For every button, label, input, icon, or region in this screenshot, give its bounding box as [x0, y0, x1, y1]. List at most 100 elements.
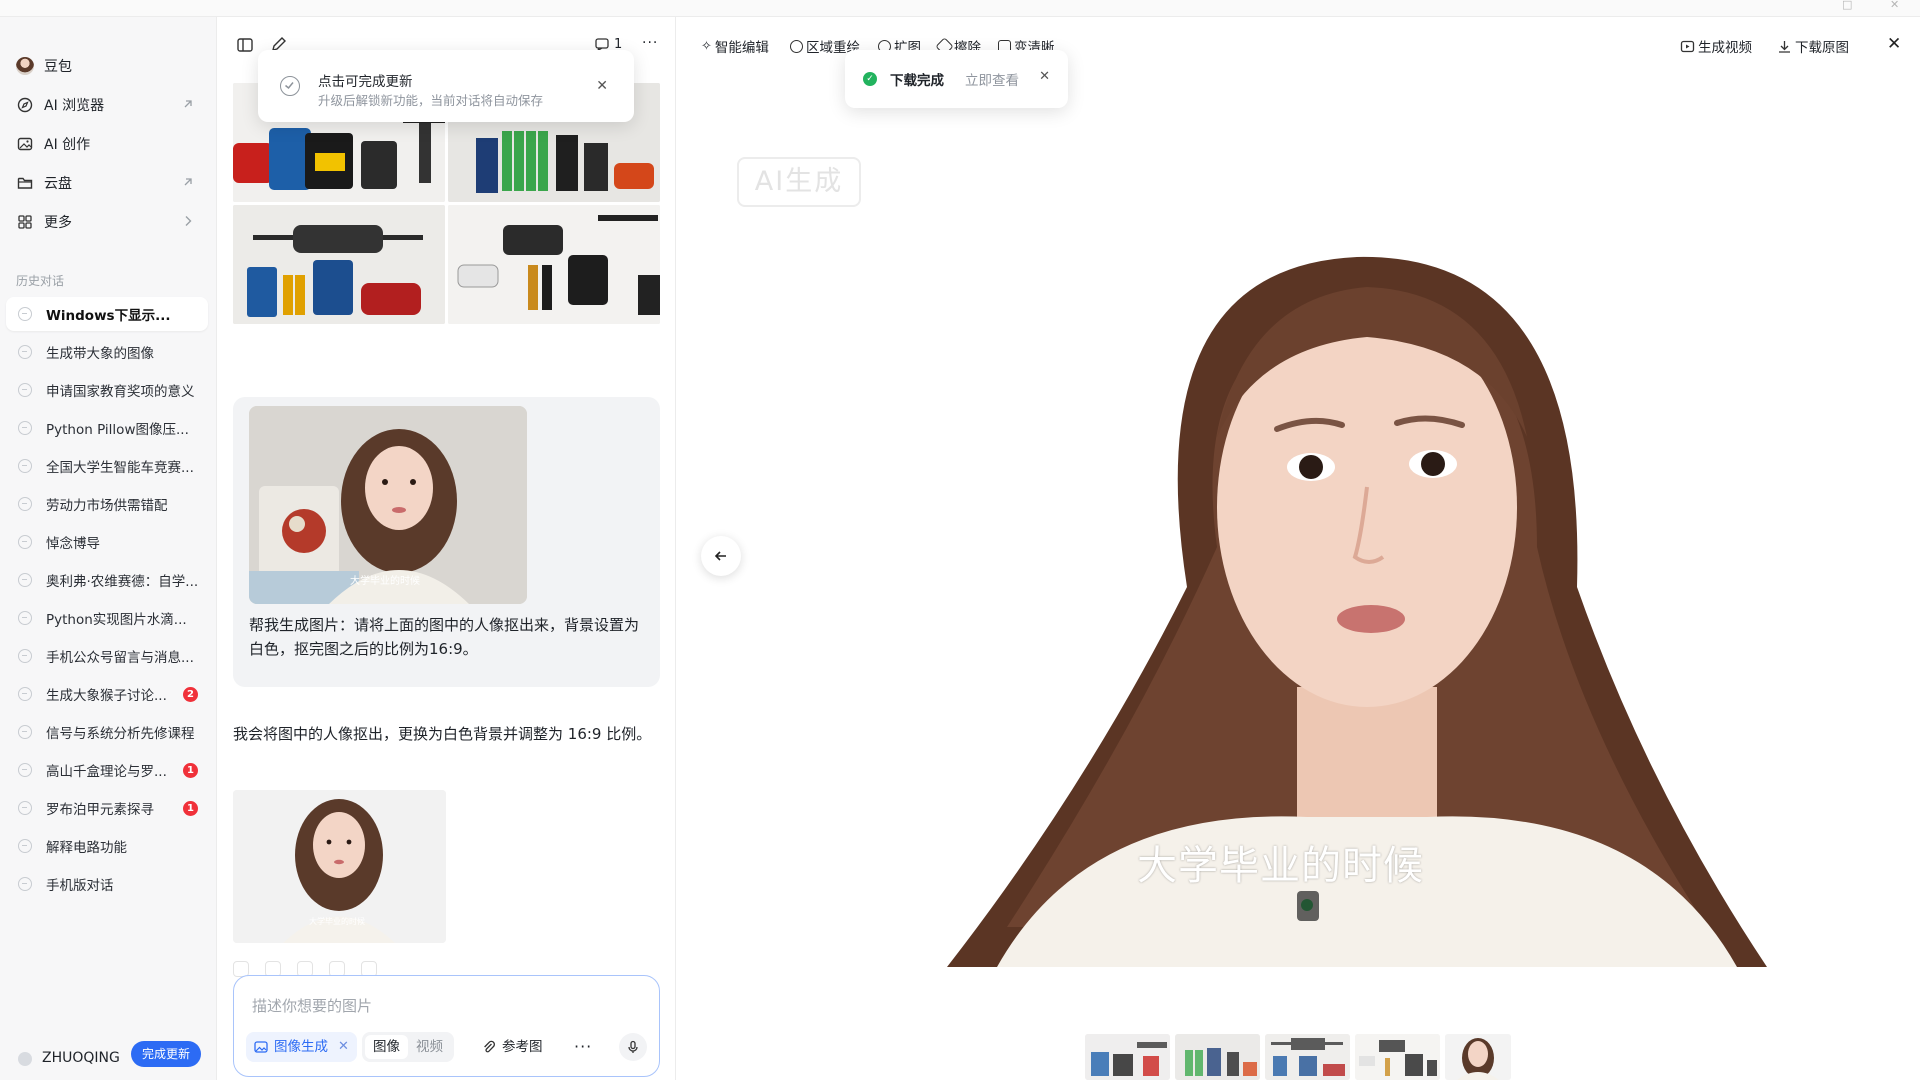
user-message-text: 帮我生成图片：请将上面的图中的人像抠出来，背景设置为白色，抠完图之后的比例为16… — [249, 616, 640, 658]
uploaded-portrait-image[interactable]: 大学毕业的时候 — [249, 406, 527, 604]
unread-badge: 2 — [183, 687, 198, 702]
chat-bubble-icon — [18, 345, 32, 359]
thumbnail-2[interactable] — [1175, 1034, 1260, 1080]
history-item[interactable]: 解释电路功能 — [6, 829, 208, 863]
generate-video-button[interactable]: 生成视频 — [1680, 36, 1752, 56]
user-bar: ZHUOQING 完成更新 — [0, 1040, 217, 1080]
grid-image-3[interactable] — [233, 205, 445, 324]
thumbnail-4[interactable] — [1355, 1034, 1440, 1080]
history-item-label: 手机版对话 — [46, 878, 114, 894]
history-item[interactable]: 生成带大象的图像 — [6, 335, 208, 369]
remove-chip-icon[interactable]: ✕ — [338, 1032, 349, 1062]
toast-title: 点击可完成更新 — [318, 74, 413, 90]
chat-bubble-icon — [18, 725, 32, 739]
download-original-button[interactable]: 下载原图 — [1777, 36, 1849, 56]
thumbnail-5-selected[interactable] — [1445, 1034, 1511, 1080]
image-generation-chip[interactable]: 图像生成 ✕ — [246, 1032, 357, 1062]
user-name: ZHUOQING — [42, 1050, 120, 1066]
sidebar-item-doubao[interactable]: 豆包 — [8, 49, 208, 83]
mode-image-tab[interactable]: 图像 — [365, 1035, 408, 1059]
history-item-label: 手机公众号留言与消息... — [46, 650, 194, 666]
microphone-icon[interactable] — [619, 1033, 647, 1061]
chevron-right-icon — [185, 216, 192, 226]
sidebar-item-label: 更多 — [44, 215, 72, 231]
history-item-label: 生成带大象的图像 — [46, 346, 154, 362]
history-item[interactable]: 生成大象猴子讨论... 2 — [6, 677, 208, 711]
reference-image-button[interactable]: 参考图 — [482, 1032, 543, 1062]
close-window-icon[interactable]: ✕ — [1890, 0, 1899, 10]
image-caption: 大学毕业的时候 — [350, 576, 420, 587]
image-caption: 大学毕业的时候 — [309, 917, 365, 926]
history-item[interactable]: 手机公众号留言与消息... — [6, 639, 208, 673]
grid-image-4[interactable] — [448, 205, 660, 324]
more-options-icon[interactable]: ··· — [642, 35, 658, 51]
sidebar-item-label: 豆包 — [44, 59, 72, 75]
sidebar-item-more[interactable]: 更多 — [8, 205, 208, 239]
complete-update-button[interactable]: 完成更新 — [131, 1041, 202, 1067]
paperclip-icon — [484, 1040, 495, 1053]
user-avatar-icon[interactable] — [18, 1052, 32, 1066]
previous-image-button[interactable] — [701, 536, 741, 576]
window-title-strip: □ ✕ — [0, 0, 1920, 17]
compass-icon — [16, 96, 34, 114]
sidebar: 豆包 AI 浏览器 AI 创作 云盘 更多 历史对话 Windows下显示...… — [0, 17, 217, 1080]
phone-icon — [18, 877, 32, 891]
chat-bubble-icon — [18, 611, 32, 625]
update-toast[interactable]: 点击可完成更新 升级后解锁新功能，当前对话将自动保存 ✕ — [258, 50, 634, 122]
history-item-label: 高山千盒理论与罗... — [46, 764, 167, 780]
history-item[interactable]: 劳动力市场供需错配 — [6, 487, 208, 521]
sparkle-icon: ✧ — [701, 38, 712, 54]
toast-title: 下载完成 — [890, 73, 944, 89]
history-item[interactable]: Python实现图片水滴... — [6, 601, 208, 635]
mode-video-tab[interactable]: 视频 — [408, 1035, 451, 1059]
chat-bubble-icon — [18, 497, 32, 511]
sidebar-item-cloud[interactable]: 云盘 — [8, 166, 208, 200]
chat-bubble-icon — [18, 421, 32, 435]
arrow-left-icon — [714, 551, 726, 561]
chat-bubble-icon — [18, 801, 32, 815]
history-item-label: 悼念博导 — [46, 536, 100, 552]
history-item[interactable]: 全国大学生智能车竞赛... — [6, 449, 208, 483]
history-section-title: 历史对话 — [16, 274, 65, 288]
result-image-thumbnail[interactable]: 大学毕业的时候 — [233, 790, 446, 943]
history-item-label: 解释电路功能 — [46, 840, 127, 856]
prompt-input-box[interactable]: 描述你想要的图片 图像生成 ✕ 图像 视频 参考图 ··· — [233, 975, 660, 1077]
download-toast[interactable]: ✓ 下载完成 立即查看 ✕ — [845, 50, 1068, 108]
prompt-placeholder[interactable]: 描述你想要的图片 — [252, 995, 372, 1016]
sidebar-item-label: AI 浏览器 — [44, 98, 105, 114]
sidebar-item-ai-create[interactable]: AI 创作 — [8, 127, 208, 161]
history-item[interactable]: 手机版对话 — [6, 867, 208, 901]
minimize-icon[interactable]: □ — [1842, 0, 1852, 10]
history-item[interactable]: 奥利弗·农维赛德：自学... — [6, 563, 208, 597]
close-icon[interactable]: ✕ — [1039, 69, 1050, 84]
history-item[interactable]: 罗布泊甲元素探寻 1 — [6, 791, 208, 825]
thumbnail-1[interactable] — [1085, 1034, 1170, 1080]
success-check-icon: ✓ — [863, 72, 877, 86]
smart-edit-button[interactable]: ✧ 智能编辑 — [701, 36, 769, 57]
tool-label: 智能编辑 — [714, 40, 769, 56]
image-preview-panel: ✧ 智能编辑 区域重绘 扩图 擦除 变清晰 生成视频 下载原图 ✕ AI生成 大… — [677, 17, 1920, 1080]
thumbnail-3[interactable] — [1265, 1034, 1350, 1080]
history-item[interactable]: 高山千盒理论与罗... 1 — [6, 753, 208, 787]
more-options-icon[interactable]: ··· — [574, 1032, 592, 1062]
history-item[interactable]: Python Pillow图像压... — [6, 411, 208, 445]
sidebar-toggle-icon[interactable] — [236, 36, 254, 54]
unread-badge: 1 — [183, 801, 198, 816]
thumbnail-strip — [1085, 1034, 1511, 1080]
mode-switch: 图像 视频 — [362, 1032, 454, 1062]
chip-label: 图像生成 — [274, 1039, 328, 1055]
close-icon[interactable]: ✕ — [596, 78, 608, 94]
grid-icon — [16, 213, 34, 231]
sidebar-item-label: AI 创作 — [44, 137, 91, 153]
view-now-link[interactable]: 立即查看 — [965, 69, 1019, 89]
history-item[interactable]: 悼念博导 — [6, 525, 208, 559]
history-item-label: 信号与系统分析先修课程 — [46, 726, 195, 742]
history-item[interactable]: 申请国家教育奖项的意义 — [6, 373, 208, 407]
chat-bubble-icon — [18, 649, 32, 663]
close-preview-icon[interactable]: ✕ — [1887, 34, 1901, 54]
ai-generated-watermark: AI生成 — [737, 157, 861, 207]
history-item[interactable]: Windows下显示... — [6, 297, 208, 331]
chat-bubble-icon — [18, 307, 32, 321]
sidebar-item-ai-browser[interactable]: AI 浏览器 — [8, 88, 208, 122]
history-item[interactable]: 信号与系统分析先修课程 — [6, 715, 208, 749]
